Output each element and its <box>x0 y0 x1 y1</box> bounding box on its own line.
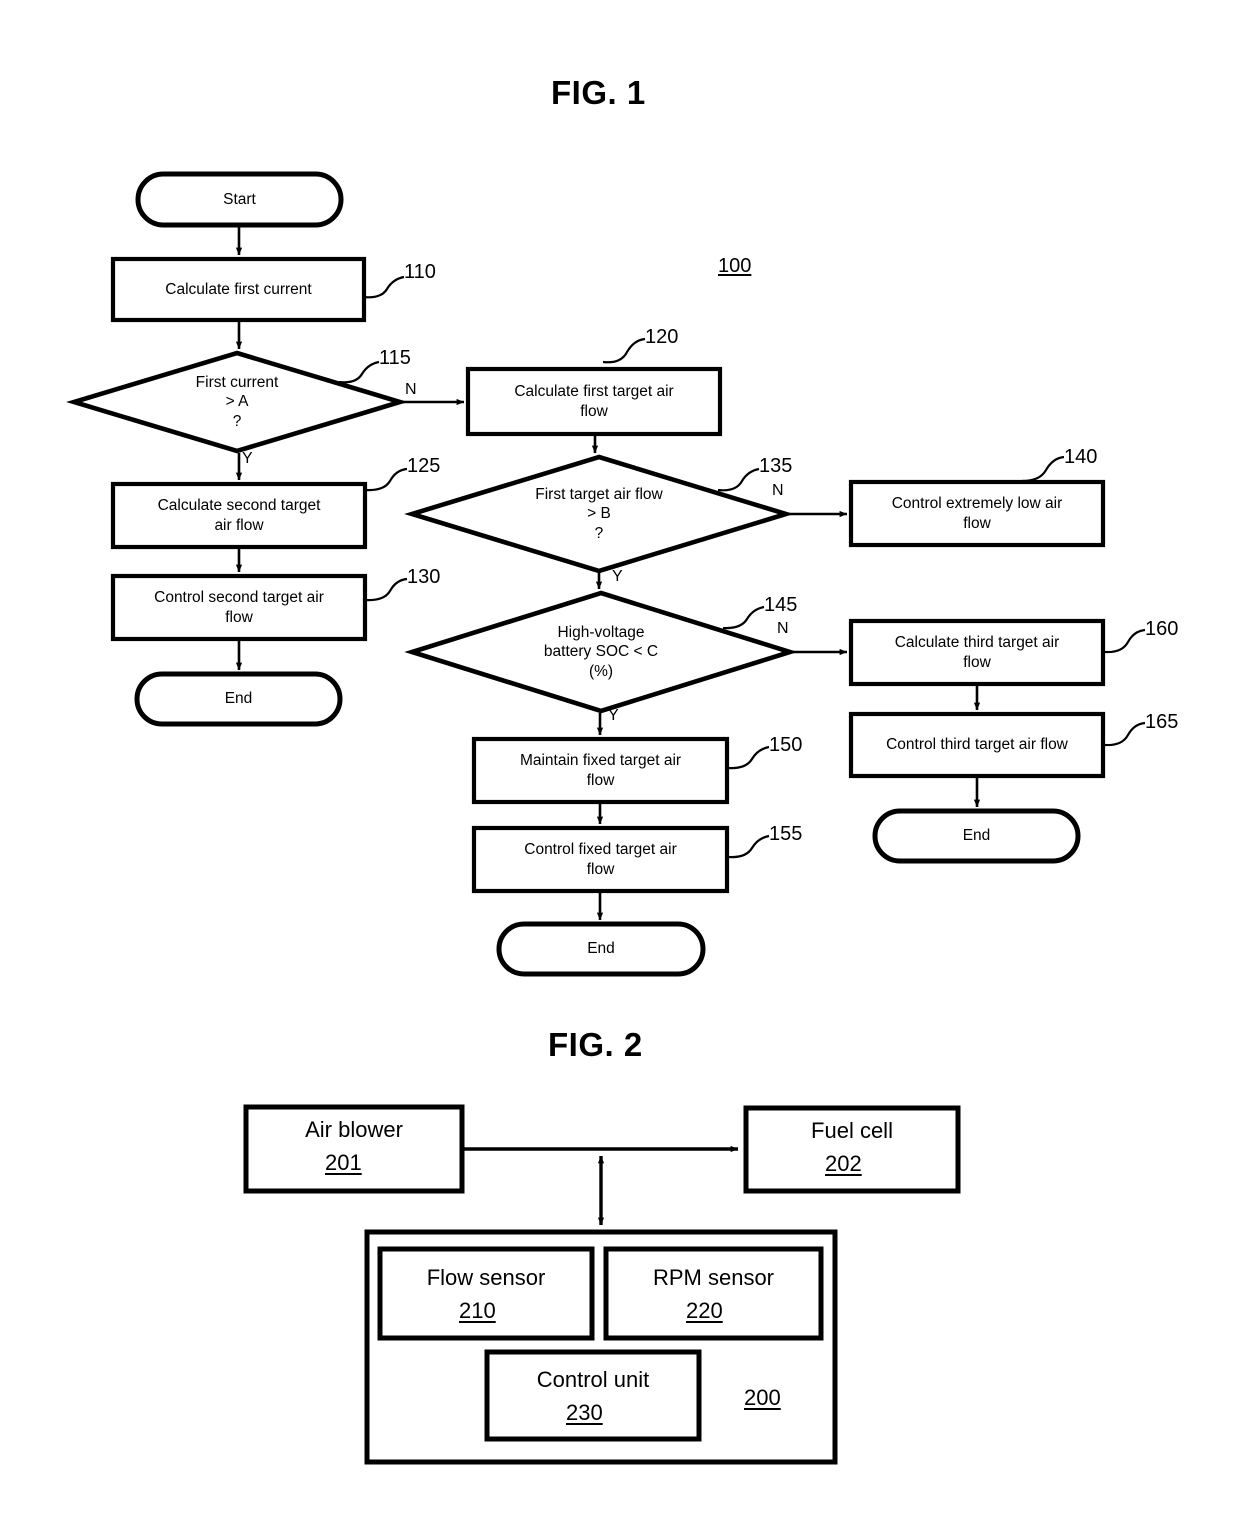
ref-120: 120 <box>645 326 679 348</box>
patent-drawing-sheet: FIG. 1 100 Start Calculate first current… <box>0 0 1240 1526</box>
shape-115 <box>66 350 408 454</box>
shape-system-200 <box>364 1229 838 1465</box>
shape-110 <box>110 256 367 323</box>
ref-155: 155 <box>769 823 803 845</box>
figure-1-title: FIG. 1 <box>551 74 646 111</box>
shape-fuel-cell <box>743 1105 961 1194</box>
flow-sensor-ref: 210 <box>459 1298 496 1323</box>
fuel-cell-ref: 202 <box>825 1151 862 1176</box>
shape-120 <box>465 366 723 437</box>
rpm-sensor-ref: 220 <box>686 1298 723 1323</box>
shape-155 <box>471 825 730 894</box>
figure-2-ref-200: 200 <box>744 1385 781 1410</box>
shape-145 <box>404 590 798 714</box>
leader-120 <box>602 337 646 364</box>
shape-135 <box>404 454 794 574</box>
leader-150 <box>728 745 770 770</box>
ref-140: 140 <box>1064 446 1098 468</box>
shape-165 <box>848 711 1106 779</box>
shape-end-right <box>872 808 1081 864</box>
shape-160 <box>848 618 1106 687</box>
branch-135-yes: Y <box>612 568 623 585</box>
shape-flow-sensor <box>377 1246 595 1341</box>
leader-160 <box>1104 628 1146 654</box>
leader-110 <box>362 275 405 299</box>
shape-rpm-sensor <box>603 1246 824 1341</box>
shape-125 <box>110 481 368 550</box>
diagram-canvas <box>66 171 1146 1465</box>
branch-145-no: N <box>777 620 789 637</box>
ref-125: 125 <box>407 455 441 477</box>
figure-2-title: FIG. 2 <box>548 1026 643 1063</box>
ref-145: 145 <box>764 594 798 616</box>
shape-150 <box>471 736 730 805</box>
ref-130: 130 <box>407 566 441 588</box>
leader-155 <box>728 834 770 859</box>
leader-115 <box>338 360 380 384</box>
leader-145 <box>722 605 765 630</box>
shape-start <box>135 171 344 228</box>
leader-165 <box>1104 721 1146 747</box>
leader-130 <box>365 577 408 602</box>
air-blower-ref: 201 <box>325 1150 362 1175</box>
branch-115-yes: Y <box>242 450 253 467</box>
control-unit-ref: 230 <box>566 1400 603 1425</box>
shape-end-mid <box>496 921 706 977</box>
shape-140 <box>848 479 1106 548</box>
branch-135-no: N <box>772 482 784 499</box>
leader-125 <box>365 467 408 492</box>
ref-135: 135 <box>759 455 793 477</box>
leader-135 <box>717 467 760 492</box>
figure-1-ref-100: 100 <box>718 255 752 277</box>
ref-160: 160 <box>1145 618 1179 640</box>
ref-110: 110 <box>404 261 436 283</box>
shape-130 <box>110 573 368 642</box>
shape-air-blower <box>243 1104 465 1194</box>
branch-115-no: N <box>405 381 417 398</box>
ref-115: 115 <box>379 347 411 369</box>
branch-145-yes: Y <box>608 707 619 724</box>
shape-end-left <box>134 671 343 727</box>
ref-165: 165 <box>1145 711 1179 733</box>
ref-150: 150 <box>769 734 803 756</box>
leader-140 <box>1021 455 1065 483</box>
